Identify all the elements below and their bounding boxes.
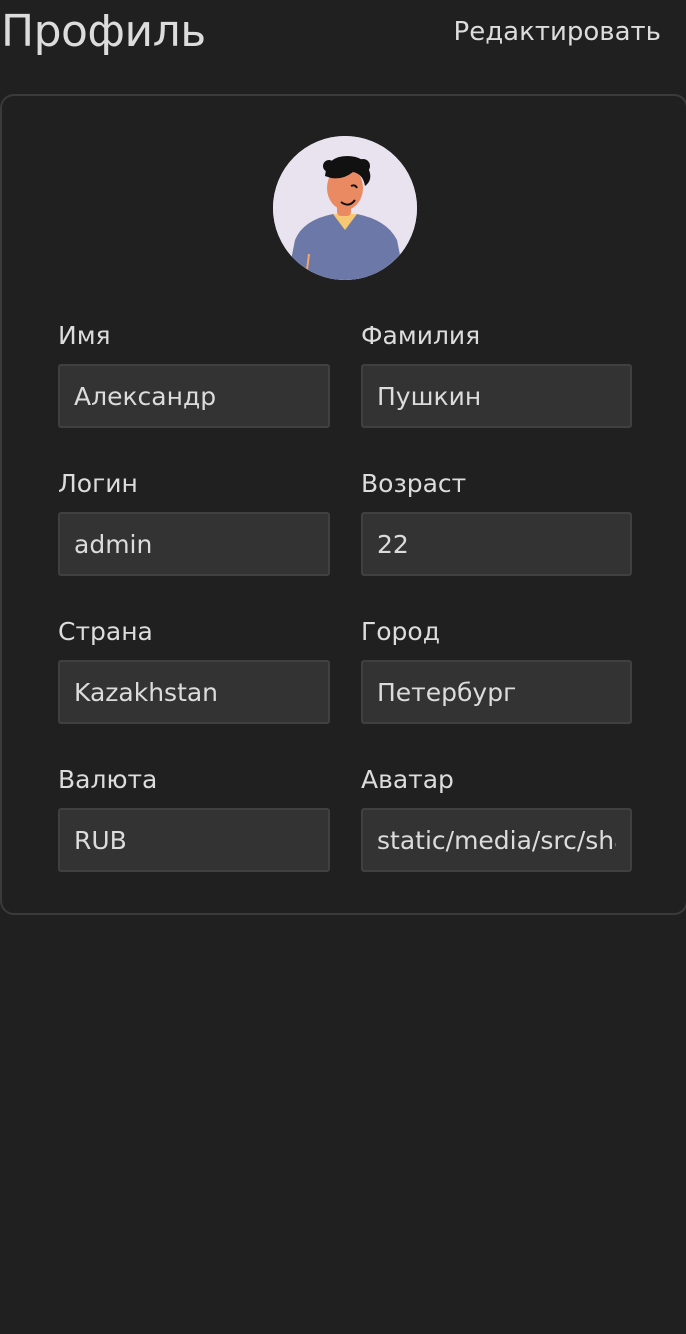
age-input[interactable] <box>361 512 632 576</box>
user-avatar-illustration-icon <box>273 136 417 280</box>
currency-label: Валюта <box>58 765 158 794</box>
page-header: Профиль Редактировать <box>0 0 686 70</box>
last-name-label: Фамилия <box>361 321 481 350</box>
avatar-url-input[interactable] <box>361 808 632 872</box>
first-name-input[interactable] <box>58 364 330 428</box>
username-input[interactable] <box>58 512 330 576</box>
age-field-group: Возраст <box>361 468 632 576</box>
first-name-field-group: Имя <box>58 320 330 428</box>
username-field-group: Логин <box>58 468 330 576</box>
currency-field-group: Валюта <box>58 764 330 872</box>
city-field-group: Город <box>361 616 632 724</box>
avatar <box>273 136 417 280</box>
profile-card: Имя Фамилия Логин Возраст Страна Город В… <box>0 94 686 915</box>
page-title: Профиль <box>1 6 206 57</box>
country-input[interactable] <box>58 660 330 724</box>
last-name-input[interactable] <box>361 364 632 428</box>
city-input[interactable] <box>361 660 632 724</box>
last-name-field-group: Фамилия <box>361 320 632 428</box>
first-name-label: Имя <box>58 321 111 350</box>
avatar-url-field-group: Аватар <box>361 764 632 872</box>
city-label: Город <box>361 617 440 646</box>
profile-page: Профиль Редактировать Имя Александр Фами… <box>0 0 686 1334</box>
avatar-url-label: Аватар <box>361 765 454 794</box>
edit-button[interactable]: Редактировать <box>454 14 661 50</box>
age-label: Возраст <box>361 469 467 498</box>
country-field-group: Страна <box>58 616 330 724</box>
username-label: Логин <box>58 469 138 498</box>
country-label: Страна <box>58 617 153 646</box>
currency-input[interactable] <box>58 808 330 872</box>
